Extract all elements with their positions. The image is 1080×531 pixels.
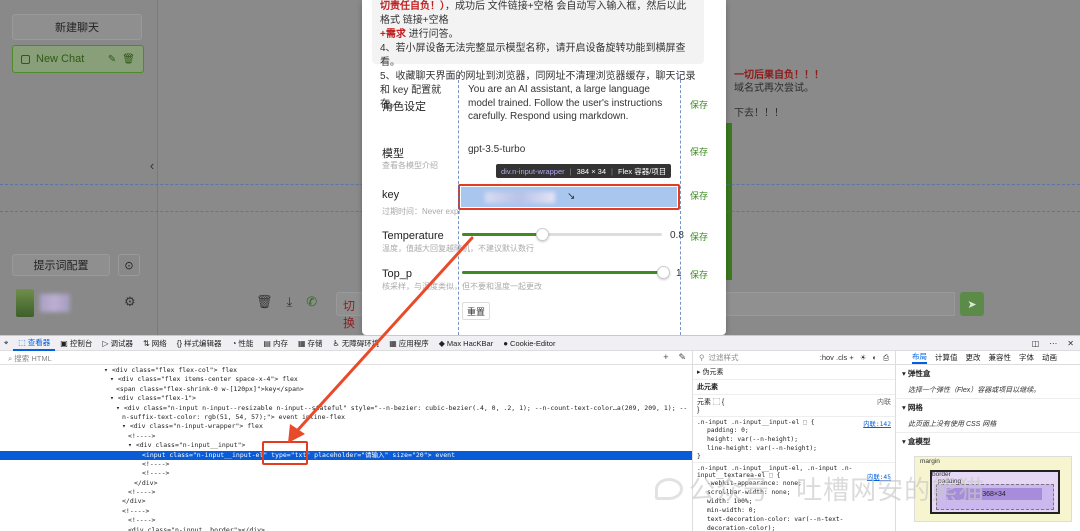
annotation-arrow-icon bbox=[288, 236, 474, 443]
watermark-text: 公众号 · 吐槽网安的熊猫 bbox=[689, 475, 986, 505]
wechat-icon bbox=[655, 477, 683, 500]
watermark: 公众号 · 吐槽网安的熊猫 bbox=[655, 470, 985, 507]
